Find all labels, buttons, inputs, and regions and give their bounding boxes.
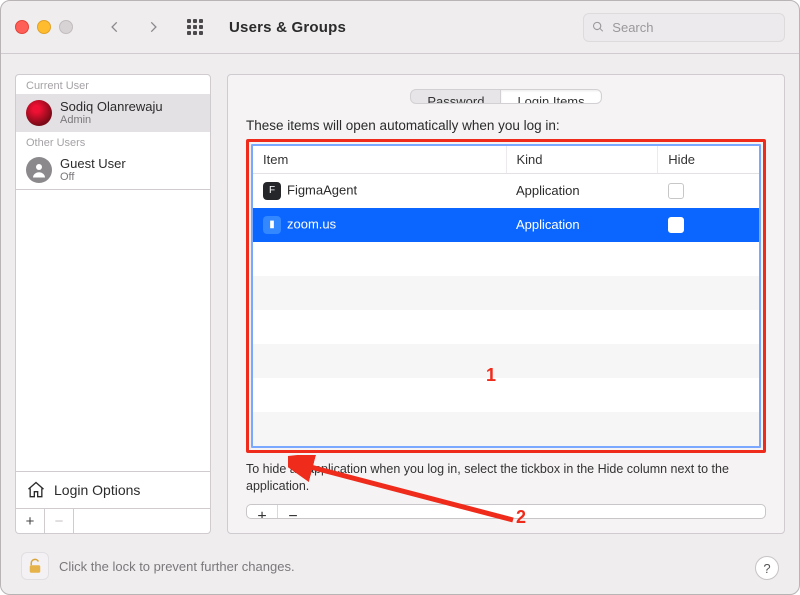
hide-checkbox[interactable] (668, 217, 684, 233)
back-button[interactable] (101, 13, 129, 41)
user-role: Off (60, 171, 126, 183)
hide-checkbox[interactable] (668, 183, 684, 199)
main-panel: Password Login Items These items will op… (227, 74, 785, 534)
help-button[interactable]: ? (755, 556, 779, 580)
page-title: Users & Groups (229, 19, 346, 36)
sidebar-user-current[interactable]: Sodiq Olanrewaju Admin (16, 94, 210, 132)
item-add-remove: + − (246, 504, 766, 519)
search-input[interactable] (610, 19, 776, 36)
table-row[interactable]: ▮ zoom.us Application (253, 208, 759, 242)
user-list: Current User Sodiq Olanrewaju Admin Othe… (15, 74, 211, 190)
tab-login-items[interactable]: Login Items (501, 90, 600, 103)
user-add-remove: + − (15, 509, 211, 534)
user-name: Guest User (60, 157, 126, 171)
search-icon (592, 20, 604, 34)
zoom-icon[interactable] (59, 20, 73, 34)
home-icon (26, 480, 46, 500)
annotation-box-1: Item Kind Hide F FigmaAgent Application (246, 139, 766, 453)
item-name: zoom.us (287, 216, 336, 231)
item-kind: Application (506, 173, 658, 208)
show-all-icon[interactable] (181, 13, 209, 41)
intro-text: These items will open automatically when… (246, 118, 766, 133)
section-other-users: Other Users (16, 132, 210, 151)
spacer (74, 509, 210, 533)
user-role: Admin (60, 114, 163, 126)
user-name: Sodiq Olanrewaju (60, 100, 163, 114)
login-items-table-wrap: Item Kind Hide F FigmaAgent Application (251, 144, 761, 448)
prefs-window: Users & Groups Current User Sodiq Olanre… (0, 0, 800, 595)
col-kind[interactable]: Kind (506, 146, 658, 174)
lock-button[interactable] (21, 552, 49, 580)
table-row[interactable]: F FigmaAgent Application (253, 173, 759, 208)
item-name: FigmaAgent (287, 182, 357, 197)
tab-password[interactable]: Password (411, 90, 501, 103)
col-hide[interactable]: Hide (658, 146, 759, 174)
lock-row: Click the lock to prevent further change… (21, 552, 295, 580)
login-options-label: Login Options (54, 482, 140, 498)
lock-text: Click the lock to prevent further change… (59, 559, 295, 574)
sidebar-user-guest[interactable]: Guest User Off (16, 151, 210, 189)
avatar (26, 100, 52, 126)
app-icon: ▮ (263, 216, 281, 234)
login-options-button[interactable]: Login Options (15, 471, 211, 509)
search-field[interactable] (583, 13, 785, 42)
remove-item-button[interactable]: − (278, 505, 308, 519)
section-current-user: Current User (16, 75, 210, 94)
minimize-icon[interactable] (37, 20, 51, 34)
col-item[interactable]: Item (253, 146, 506, 174)
add-item-button[interactable]: + (247, 505, 278, 519)
remove-user-button: − (45, 509, 74, 533)
login-items-table[interactable]: Item Kind Hide F FigmaAgent Application (253, 146, 759, 446)
close-icon[interactable] (15, 20, 29, 34)
app-icon: F (263, 182, 281, 200)
content-area: Current User Sodiq Olanrewaju Admin Othe… (15, 74, 785, 534)
sidebar-spacer (15, 190, 211, 471)
sidebar: Current User Sodiq Olanrewaju Admin Othe… (15, 74, 211, 534)
hint-text: To hide an application when you log in, … (246, 461, 766, 496)
toolbar: Users & Groups (1, 1, 799, 54)
forward-button[interactable] (139, 13, 167, 41)
add-user-button[interactable]: + (16, 509, 45, 533)
tab-bar: Password Login Items (410, 89, 601, 104)
avatar (26, 157, 52, 183)
unlock-icon (26, 557, 44, 575)
window-controls (15, 20, 73, 34)
item-kind: Application (506, 208, 658, 242)
